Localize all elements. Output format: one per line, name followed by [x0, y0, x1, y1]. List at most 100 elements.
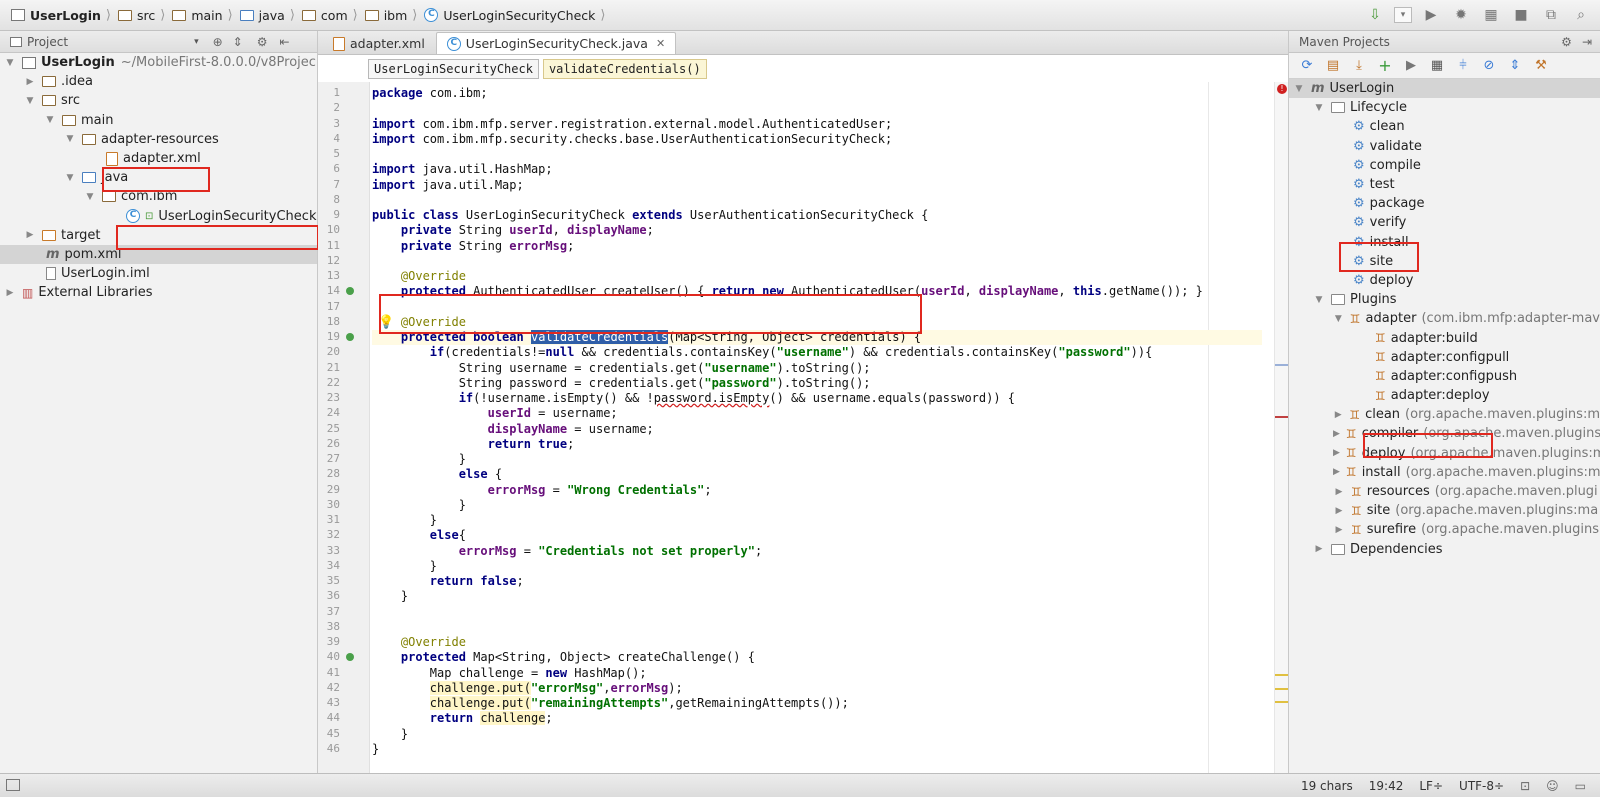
plugin-install[interactable]: ▶ ♊ install (org.apache.maven.plugins:m: [1289, 463, 1600, 482]
search-icon[interactable]: ⌕: [1570, 4, 1592, 26]
settings-icon[interactable]: ⚒: [1531, 56, 1551, 76]
tree-item-adapter-resources[interactable]: ▼ adapter-resources: [0, 130, 317, 149]
view-dropdown-icon[interactable]: ▾: [194, 37, 199, 47]
code-line[interactable]: errorMsg = "Wrong Credentials";: [372, 483, 712, 498]
skip-tests-icon[interactable]: ⊘: [1479, 56, 1499, 76]
breadcrumb-com[interactable]: com: [299, 4, 351, 26]
coverage-icon[interactable]: ▦: [1480, 4, 1502, 26]
code-line[interactable]: challenge.put("remainingAttempts",getRem…: [372, 696, 849, 711]
lifecycle-package[interactable]: ⚙ package: [1289, 194, 1600, 213]
hide-panel-icon[interactable]: ⇤: [279, 35, 289, 49]
code-line[interactable]: }: [372, 498, 466, 513]
code-line[interactable]: @Override: [372, 269, 466, 284]
code-line[interactable]: private String errorMsg;: [372, 239, 574, 254]
build-icon[interactable]: ⇩: [1364, 4, 1386, 26]
execute-icon[interactable]: ▦: [1427, 56, 1447, 76]
tree-item-idea[interactable]: ▶ .idea: [0, 72, 317, 91]
stop-icon[interactable]: ■: [1510, 4, 1532, 26]
lifecycle-folder[interactable]: ▼ Lifecycle: [1289, 98, 1600, 117]
plugin-clean[interactable]: ▶ ♊ clean (org.apache.maven.plugins:m: [1289, 405, 1600, 424]
collapse-arrow-icon[interactable]: ▶: [1333, 525, 1345, 535]
code-line[interactable]: displayName = username;: [372, 422, 654, 437]
code-line[interactable]: import com.ibm.mfp.security.checks.base.…: [372, 132, 892, 147]
tree-item-main[interactable]: ▼ main: [0, 111, 317, 130]
tree-item-userlogin-iml[interactable]: UserLogin.iml: [0, 264, 317, 283]
reimport-icon[interactable]: ⟳: [1297, 56, 1317, 76]
cursor-position[interactable]: 19:42: [1369, 779, 1404, 793]
expand-arrow-icon[interactable]: ▼: [1313, 295, 1325, 305]
tree-item-src[interactable]: ▼ src: [0, 91, 317, 110]
crumb-class[interactable]: UserLoginSecurityCheck: [368, 59, 539, 79]
collapse-arrow-icon[interactable]: ▶: [1333, 410, 1343, 420]
collapse-arrow-icon[interactable]: ▶: [1333, 448, 1340, 458]
code-line[interactable]: challenge.put("errorMsg",errorMsg);: [372, 680, 683, 696]
code-line[interactable]: errorMsg = "Credentials not set properly…: [372, 544, 762, 559]
expand-arrow-icon[interactable]: ▼: [44, 115, 56, 125]
download-icon[interactable]: ⤓: [1349, 56, 1369, 76]
breadcrumb-ibm[interactable]: ibm: [362, 4, 411, 26]
breadcrumb-java[interactable]: java: [237, 4, 288, 26]
collapse-arrow-icon[interactable]: ▶: [24, 230, 36, 240]
code-line[interactable]: @Override: [372, 635, 466, 650]
code-line[interactable]: String password = credentials.get("passw…: [372, 376, 871, 391]
tree-item-userloginsecuritycheck[interactable]: C ⊡ UserLoginSecurityCheck: [0, 207, 317, 226]
code-line[interactable]: return true;: [372, 437, 575, 452]
run-icon[interactable]: ▶: [1420, 4, 1442, 26]
line-separator[interactable]: LF÷: [1419, 779, 1443, 793]
lifecycle-install[interactable]: ⚙ install: [1289, 233, 1600, 252]
code-line[interactable]: if(!username.isEmpty() && !password.isEm…: [372, 391, 1015, 406]
line-number-gutter[interactable]: 1 2 3 4 5 6 7 8 9 10 11 12 13 14 17 18 19 20 21 22 23 24 25 26 2…: [318, 82, 370, 773]
plugin-compiler[interactable]: ▶ ♊ compiler (org.apache.maven.plugins: [1289, 424, 1600, 443]
code-line[interactable]: import java.util.Map;: [372, 178, 524, 193]
lifecycle-site[interactable]: ⚙ site: [1289, 252, 1600, 271]
code-line[interactable]: }: [372, 559, 437, 574]
plugins-folder[interactable]: ▼ Plugins: [1289, 290, 1600, 309]
code-line[interactable]: private String userId, displayName;: [372, 223, 654, 238]
expand-arrow-icon[interactable]: ▼: [1293, 84, 1305, 94]
maven-root-userlogin[interactable]: ▼ m UserLogin: [1289, 79, 1600, 99]
code-line[interactable]: package com.ibm;: [372, 86, 488, 101]
run-config-dropdown[interactable]: ▾: [1394, 7, 1412, 23]
code-line[interactable]: public class UserLoginSecurityCheck exte…: [372, 208, 928, 223]
toggle-offline-icon[interactable]: ⫩: [1453, 56, 1473, 76]
collapse-all-icon[interactable]: ⇕: [1505, 56, 1525, 76]
plugin-surefire[interactable]: ▶ ♊ surefire (org.apache.maven.plugins: [1289, 520, 1600, 539]
crumb-method[interactable]: validateCredentials(): [542, 59, 707, 79]
intention-bulb-icon[interactable]: 💡: [378, 315, 394, 330]
breadcrumb-userlogin[interactable]: UserLogin: [8, 4, 104, 26]
plugin-deploy[interactable]: ▶ ♊ deploy (org.apache.maven.plugins:m: [1289, 444, 1600, 463]
tab-userloginsecuritycheck[interactable]: C UserLoginSecurityCheck.java ✕: [435, 32, 677, 54]
code-line[interactable]: String username = credentials.get("usern…: [372, 361, 871, 376]
tree-item-com-ibm[interactable]: ▼ com.ibm: [0, 187, 317, 206]
tree-item-userlogin[interactable]: ▼ UserLogin ~/MobileFirst-8.0.0.0/v8Projec: [0, 53, 317, 72]
code-area[interactable]: package com.ibm; import com.ibm.mfp.serve…: [370, 82, 1288, 773]
tree-item-pom-xml[interactable]: m pom.xml: [0, 244, 317, 265]
error-indicator-icon[interactable]: !: [1277, 84, 1287, 94]
plugin-resources[interactable]: ▶ ♊ resources (org.apache.maven.plugi: [1289, 482, 1600, 501]
collapse-arrow-icon[interactable]: ▶: [1333, 429, 1340, 439]
plugin-adapter[interactable]: ▼ ♊ adapter (com.ibm.mfp:adapter-mav: [1289, 309, 1600, 328]
project-structure-icon[interactable]: ⧉: [1540, 4, 1562, 26]
lock-icon[interactable]: ⊡: [1520, 779, 1530, 793]
tree-item-target[interactable]: ▶ target: [0, 226, 317, 245]
dependencies-folder[interactable]: ▶ Dependencies: [1289, 540, 1600, 559]
code-line[interactable]: Map challenge = new HashMap();: [372, 666, 647, 681]
plugin-site[interactable]: ▶ ♊ site (org.apache.maven.plugins:ma: [1289, 501, 1600, 520]
breadcrumb-src[interactable]: src: [115, 4, 158, 26]
settings-gear-icon[interactable]: ⚙: [257, 35, 268, 49]
stripe-mark[interactable]: [1275, 364, 1289, 366]
event-log-icon[interactable]: ▭: [1575, 779, 1586, 793]
encoding[interactable]: UTF-8÷: [1459, 779, 1504, 793]
code-line[interactable]: }: [372, 589, 408, 604]
settings-gear-icon[interactable]: ⚙: [1561, 35, 1572, 49]
collapse-arrow-icon[interactable]: ▶: [1333, 467, 1340, 477]
override-marker-icon[interactable]: [346, 653, 354, 662]
expand-arrow-icon[interactable]: ▼: [1313, 103, 1325, 113]
run-goal-icon[interactable]: ▶: [1401, 56, 1421, 76]
stripe-mark[interactable]: [1275, 416, 1289, 418]
breadcrumb-class[interactable]: C UserLoginSecurityCheck: [421, 4, 598, 26]
inspector-icon[interactable]: ☺: [1546, 779, 1559, 793]
expand-arrow-icon[interactable]: ▼: [4, 58, 16, 68]
adapter-goal[interactable]: ♊ adapter:configpush: [1289, 367, 1600, 386]
code-line[interactable]: }: [372, 727, 408, 742]
